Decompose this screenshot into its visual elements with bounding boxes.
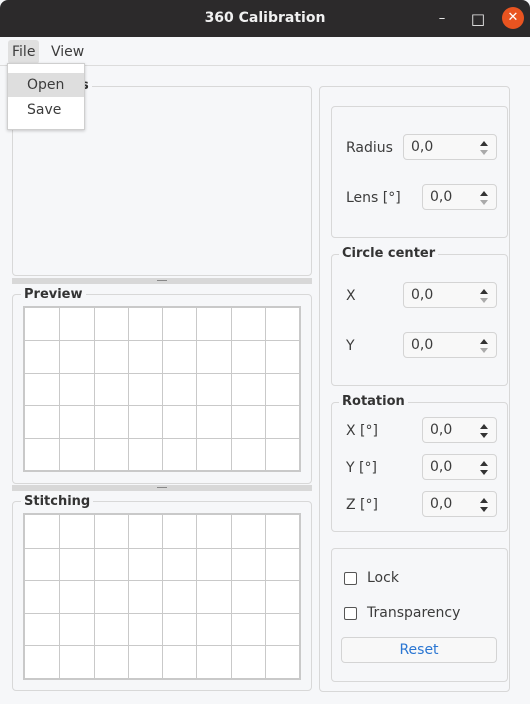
rot-y-label: Y [°] bbox=[346, 460, 377, 476]
radius-label: Radius bbox=[346, 140, 393, 156]
reset-button[interactable]: Reset bbox=[341, 637, 497, 663]
preview-title: Preview bbox=[21, 287, 86, 302]
arrow-down-icon[interactable] bbox=[480, 150, 488, 155]
splitter-handle[interactable] bbox=[12, 278, 312, 284]
rot-y-value: 0,0 bbox=[430, 459, 453, 475]
center-x-value: 0,0 bbox=[411, 287, 434, 303]
rot-x-label: X [°] bbox=[346, 423, 378, 439]
transparency-checkbox[interactable] bbox=[344, 607, 357, 620]
rot-x-spinbox[interactable]: 0,0 bbox=[422, 417, 497, 443]
menu-item-open[interactable]: Open bbox=[8, 73, 84, 97]
maximize-button[interactable]: □ bbox=[468, 9, 488, 29]
lock-label[interactable]: Lock bbox=[367, 570, 399, 586]
menu-file[interactable]: File bbox=[8, 40, 40, 64]
rot-y-spinbox[interactable]: 0,0 bbox=[422, 454, 497, 480]
arrow-down-icon[interactable] bbox=[480, 348, 488, 353]
rot-z-spinbox[interactable]: 0,0 bbox=[422, 491, 497, 517]
minimize-button[interactable]: – bbox=[432, 9, 452, 29]
arrow-down-icon[interactable] bbox=[480, 470, 488, 475]
rotation-title: Rotation bbox=[339, 394, 408, 409]
arrow-up-icon[interactable] bbox=[480, 191, 488, 196]
center-y-label: Y bbox=[346, 338, 355, 354]
circle-center-group bbox=[331, 254, 508, 386]
arrow-down-icon[interactable] bbox=[480, 507, 488, 512]
center-y-value: 0,0 bbox=[411, 337, 434, 353]
arrow-down-icon[interactable] bbox=[480, 298, 488, 303]
circle-center-title: Circle center bbox=[339, 246, 439, 261]
lock-checkbox[interactable] bbox=[344, 572, 357, 585]
preview-grid bbox=[23, 306, 301, 472]
menu-item-save[interactable]: Save bbox=[8, 98, 84, 122]
radius-value: 0,0 bbox=[411, 139, 434, 155]
lens-value: 0,0 bbox=[430, 189, 453, 205]
rot-z-label: Z [°] bbox=[346, 497, 378, 513]
arrow-up-icon[interactable] bbox=[480, 141, 488, 146]
arrow-up-icon[interactable] bbox=[480, 424, 488, 429]
rot-x-value: 0,0 bbox=[430, 422, 453, 438]
arrow-up-icon[interactable] bbox=[480, 339, 488, 344]
lens-spinbox[interactable]: 0,0 bbox=[422, 184, 497, 210]
close-button[interactable]: ✕ bbox=[502, 7, 524, 29]
stitching-grid bbox=[23, 513, 301, 680]
arrow-down-icon[interactable] bbox=[480, 200, 488, 205]
arrow-up-icon[interactable] bbox=[480, 498, 488, 503]
center-x-spinbox[interactable]: 0,0 bbox=[403, 282, 497, 308]
file-menu-dropdown: Open Save bbox=[7, 63, 85, 130]
arrow-up-icon[interactable] bbox=[480, 461, 488, 466]
radius-spinbox[interactable]: 0,0 bbox=[403, 134, 497, 160]
arrow-up-icon[interactable] bbox=[480, 289, 488, 294]
stitching-title: Stitching bbox=[21, 494, 94, 509]
splitter-handle[interactable] bbox=[12, 485, 312, 491]
menu-view[interactable]: View bbox=[47, 40, 88, 64]
transparency-label[interactable]: Transparency bbox=[367, 605, 460, 621]
lens-group bbox=[331, 106, 508, 238]
center-y-spinbox[interactable]: 0,0 bbox=[403, 332, 497, 358]
center-x-label: X bbox=[346, 288, 356, 304]
arrow-down-icon[interactable] bbox=[480, 433, 488, 438]
lens-label: Lens [°] bbox=[346, 190, 401, 206]
rot-z-value: 0,0 bbox=[430, 496, 453, 512]
